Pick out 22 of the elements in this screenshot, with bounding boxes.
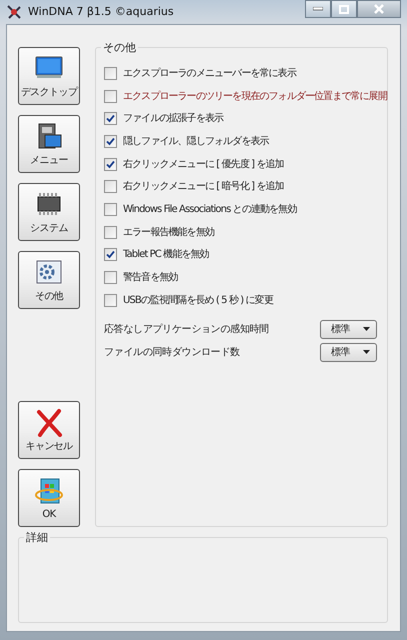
- checkbox-label: 右クリックメニューに [ 暗号化 ] を追加: [123, 180, 284, 194]
- checkbox-label: エクスプローラのメニューバーを常に表示: [123, 66, 296, 81]
- checkbox-label: 警告音を無効: [123, 270, 178, 286]
- sidebar-button[interactable]: デスクトップ: [18, 47, 80, 105]
- checkbox-label: Tablet PC 機能を無効: [123, 248, 209, 262]
- dropdown-label: 応答なしアプリケーションの感知時間: [104, 322, 269, 337]
- checkbox-label: USBの監視間隔を長め ( 5 秒 ) に変更: [123, 294, 273, 308]
- checkbox-label: 右クリックメニューに [ 優先度 ] を追加: [123, 158, 284, 172]
- window-title: WinDNA 7 β1.5 ©aquarius: [28, 4, 174, 20]
- checkbox-label: エクスプローラーのツリーを現在のフォルダー位置まで常に展開: [123, 90, 387, 104]
- dropdown[interactable]: 標準: [320, 320, 377, 339]
- cancel-button[interactable]: キャンセル: [18, 401, 80, 459]
- checkbox-label: エラー報告機能を無効: [123, 226, 214, 240]
- sidebar-button[interactable]: メニュー: [18, 115, 80, 173]
- dropdown-label: ファイルの同時ダウンロード数: [104, 346, 240, 360]
- checkbox-label: ファイルの拡張子を表示: [123, 112, 224, 126]
- sidebar-button[interactable]: システム: [18, 183, 80, 241]
- checkbox-label: 隠しファイル、隠しフォルダを表示: [123, 134, 269, 149]
- dropdown[interactable]: 標準: [320, 342, 377, 362]
- sidebar-button[interactable]: その他: [18, 251, 80, 309]
- ok-button[interactable]: OK: [18, 469, 80, 527]
- checkbox-label: Windows File Associations との連動を無効: [123, 202, 296, 217]
